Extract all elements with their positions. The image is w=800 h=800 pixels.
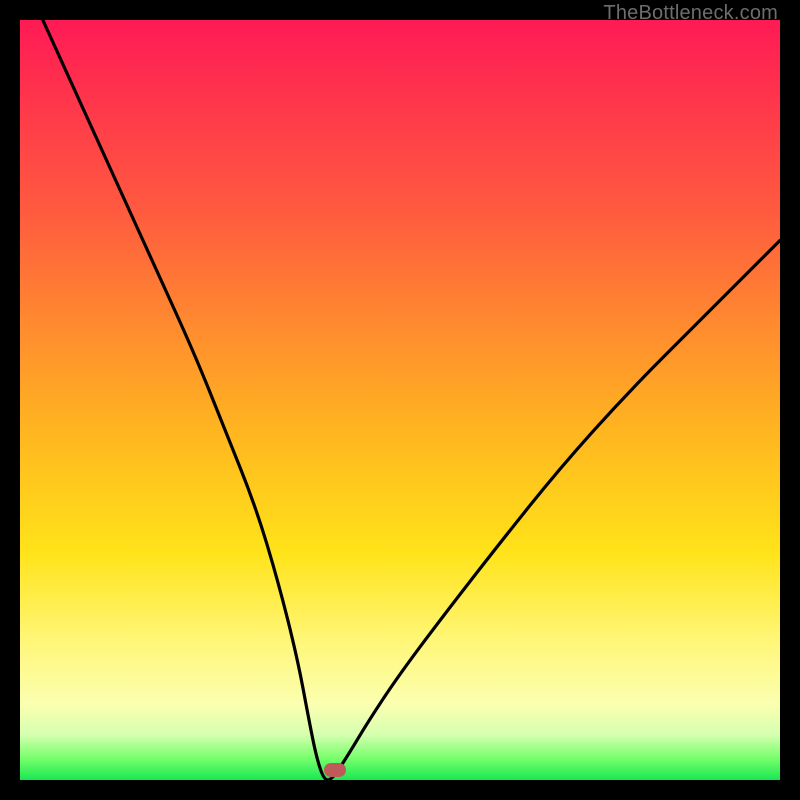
plot-area [20, 20, 780, 780]
bottleneck-curve [20, 20, 780, 780]
watermark-text: TheBottleneck.com [603, 2, 778, 25]
optimum-marker [324, 763, 346, 777]
chart-frame: TheBottleneck.com [0, 0, 800, 800]
